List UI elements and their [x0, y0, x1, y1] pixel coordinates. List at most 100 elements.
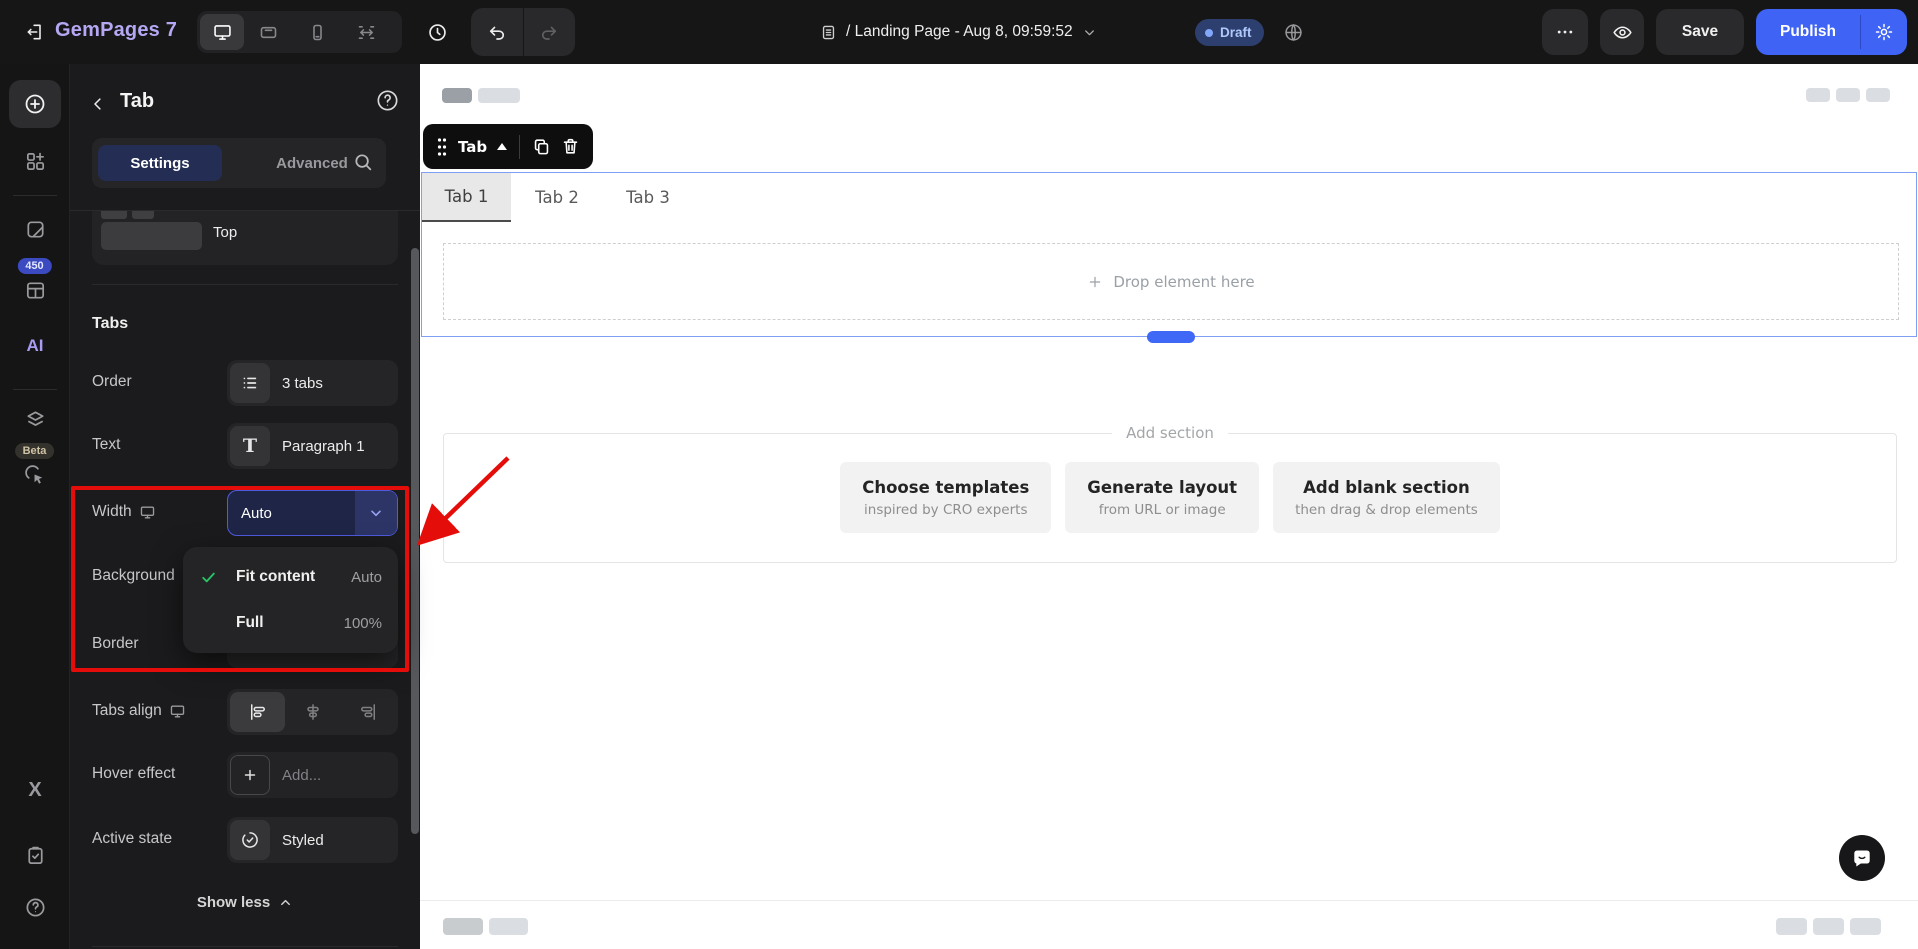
sections-library-icon[interactable] — [0, 150, 70, 173]
header-skeleton-pill — [478, 88, 520, 103]
header-skeleton-pill — [442, 88, 472, 103]
footer-skeleton-pill — [443, 918, 483, 935]
element-toolbar: Tab — [423, 124, 594, 169]
mobile-view-button[interactable] — [293, 14, 342, 50]
align-left-button[interactable] — [230, 692, 285, 732]
chat-bubble-icon — [1850, 846, 1874, 870]
templates-icon[interactable] — [0, 279, 70, 302]
order-label: Order — [92, 373, 132, 390]
list-icon — [230, 363, 270, 403]
plus-icon[interactable] — [230, 755, 270, 795]
tabs-align-label: Tabs align — [92, 702, 186, 720]
redo-button[interactable] — [523, 8, 575, 56]
status-badge: Draft — [1195, 19, 1264, 46]
panel-help-icon[interactable] — [375, 88, 400, 113]
search-icon[interactable] — [352, 151, 374, 173]
top-bar: GemPages 7 / Landing Page - Aug 8, 09:59… — [0, 0, 1918, 64]
active-state-control[interactable]: Styled — [227, 817, 398, 863]
globe-icon[interactable] — [1283, 22, 1304, 43]
element-toolbar-label[interactable]: Tab — [458, 138, 487, 156]
page-title-cluster[interactable]: / Landing Page - Aug 8, 09:59:52 — [820, 0, 1097, 64]
selected-tab-element[interactable]: Tab 1 Tab 2 Tab 3 Drop element here — [421, 172, 1917, 343]
triangle-up-icon[interactable] — [497, 143, 508, 150]
exit-editor-icon[interactable] — [25, 22, 45, 42]
desktop-mini-icon — [169, 703, 186, 720]
plus-icon — [1087, 274, 1103, 290]
page-canvas: Tab Tab 1 Tab 2 Tab 3 Drop element here — [420, 64, 1918, 949]
choose-templates-card[interactable]: Choose templates inspired by CRO experts — [840, 462, 1052, 533]
footer-skeleton-pill — [1850, 918, 1881, 935]
theme-styles-icon[interactable] — [0, 218, 70, 241]
panel-scrollbar[interactable] — [411, 248, 419, 834]
layers-icon[interactable] — [0, 408, 70, 431]
checklist-icon[interactable] — [0, 844, 70, 867]
interaction-tracking-icon[interactable] — [0, 464, 70, 487]
delete-icon[interactable] — [561, 137, 580, 156]
order-control[interactable]: 3 tabs — [227, 360, 398, 406]
status-dot — [1205, 28, 1213, 37]
live-chat-button[interactable] — [1839, 835, 1885, 881]
hover-effect-control[interactable]: Add... — [227, 752, 398, 798]
hover-effect-label: Hover effect — [92, 765, 176, 782]
align-right-button[interactable] — [340, 692, 395, 732]
brand-logo: GemPages 7 — [55, 19, 178, 41]
tab-settings[interactable]: Settings — [98, 145, 222, 181]
duplicate-icon[interactable] — [532, 137, 551, 156]
add-section-title: Add section — [1112, 424, 1228, 442]
chevron-up-icon — [278, 895, 293, 910]
check-circle-icon — [230, 820, 270, 860]
text-label: Text — [92, 436, 121, 453]
dropdown-item-full[interactable]: Full 100% — [183, 600, 398, 646]
desktop-mini-icon — [139, 504, 156, 521]
preview-eye-button[interactable] — [1600, 9, 1644, 55]
header-skeleton-pill — [1866, 88, 1890, 102]
desktop-view-button[interactable] — [200, 14, 244, 50]
width-select[interactable]: Auto — [227, 490, 398, 536]
drop-element-zone[interactable]: Drop element here — [443, 243, 1899, 320]
x-social-icon[interactable]: X — [0, 779, 70, 802]
undo-redo-group — [471, 8, 575, 56]
footer-skeleton-pill — [489, 918, 528, 935]
generate-layout-card[interactable]: Generate layout from URL or image — [1065, 462, 1260, 533]
width-label: Width — [92, 503, 156, 521]
active-state-label: Active state — [92, 830, 173, 847]
page-title: / Landing Page - Aug 8, 09:59:52 — [846, 23, 1073, 40]
history-icon[interactable] — [427, 22, 448, 43]
tab-position-option[interactable]: Top — [92, 211, 398, 265]
help-icon[interactable] — [0, 896, 70, 919]
tablet-view-button[interactable] — [244, 14, 293, 50]
panel-tab-bar: Settings Advanced — [92, 138, 386, 188]
add-blank-section-card[interactable]: Add blank section then drag & drop eleme… — [1273, 462, 1500, 533]
undo-button[interactable] — [471, 8, 523, 56]
canvas-tab-2[interactable]: Tab 2 — [512, 173, 602, 222]
header-skeleton-pill — [1836, 88, 1860, 102]
publish-button-group: Publish — [1756, 9, 1907, 55]
publish-button[interactable]: Publish — [1756, 9, 1860, 55]
border-label: Border — [92, 635, 139, 652]
check-icon — [200, 569, 217, 586]
dropdown-item-fit-content[interactable]: Fit content Auto — [183, 554, 398, 600]
tabs-section-heading: Tabs — [92, 315, 129, 332]
drag-handle-icon[interactable] — [436, 136, 448, 158]
tab-position-preview — [101, 222, 202, 250]
element-resize-handle[interactable] — [1147, 331, 1195, 343]
save-button[interactable]: Save — [1656, 9, 1744, 55]
add-element-button[interactable] — [9, 80, 61, 128]
back-button[interactable] — [85, 91, 111, 117]
ai-assistant-button[interactable]: AI✦ — [0, 330, 79, 356]
canvas-tab-3[interactable]: Tab 3 — [603, 173, 693, 222]
show-less-toggle[interactable]: Show less — [70, 894, 420, 911]
gempages-editor: GemPages 7 / Landing Page - Aug 8, 09:59… — [0, 0, 1918, 949]
tab-advanced[interactable]: Advanced — [257, 138, 367, 188]
publish-settings-gear-icon[interactable] — [1861, 9, 1907, 55]
device-preview-switcher — [197, 11, 402, 53]
custom-width-button[interactable] — [342, 14, 391, 50]
canvas-tab-1[interactable]: Tab 1 — [422, 173, 511, 222]
width-dropdown-menu: Fit content Auto Full 100% — [183, 547, 398, 653]
chevron-down-icon[interactable] — [355, 491, 397, 535]
text-control[interactable]: T Paragraph 1 — [227, 423, 398, 469]
more-options-button[interactable] — [1542, 9, 1588, 55]
align-center-button[interactable] — [285, 692, 340, 732]
width-select-value: Auto — [241, 504, 272, 522]
page-icon — [820, 24, 837, 41]
